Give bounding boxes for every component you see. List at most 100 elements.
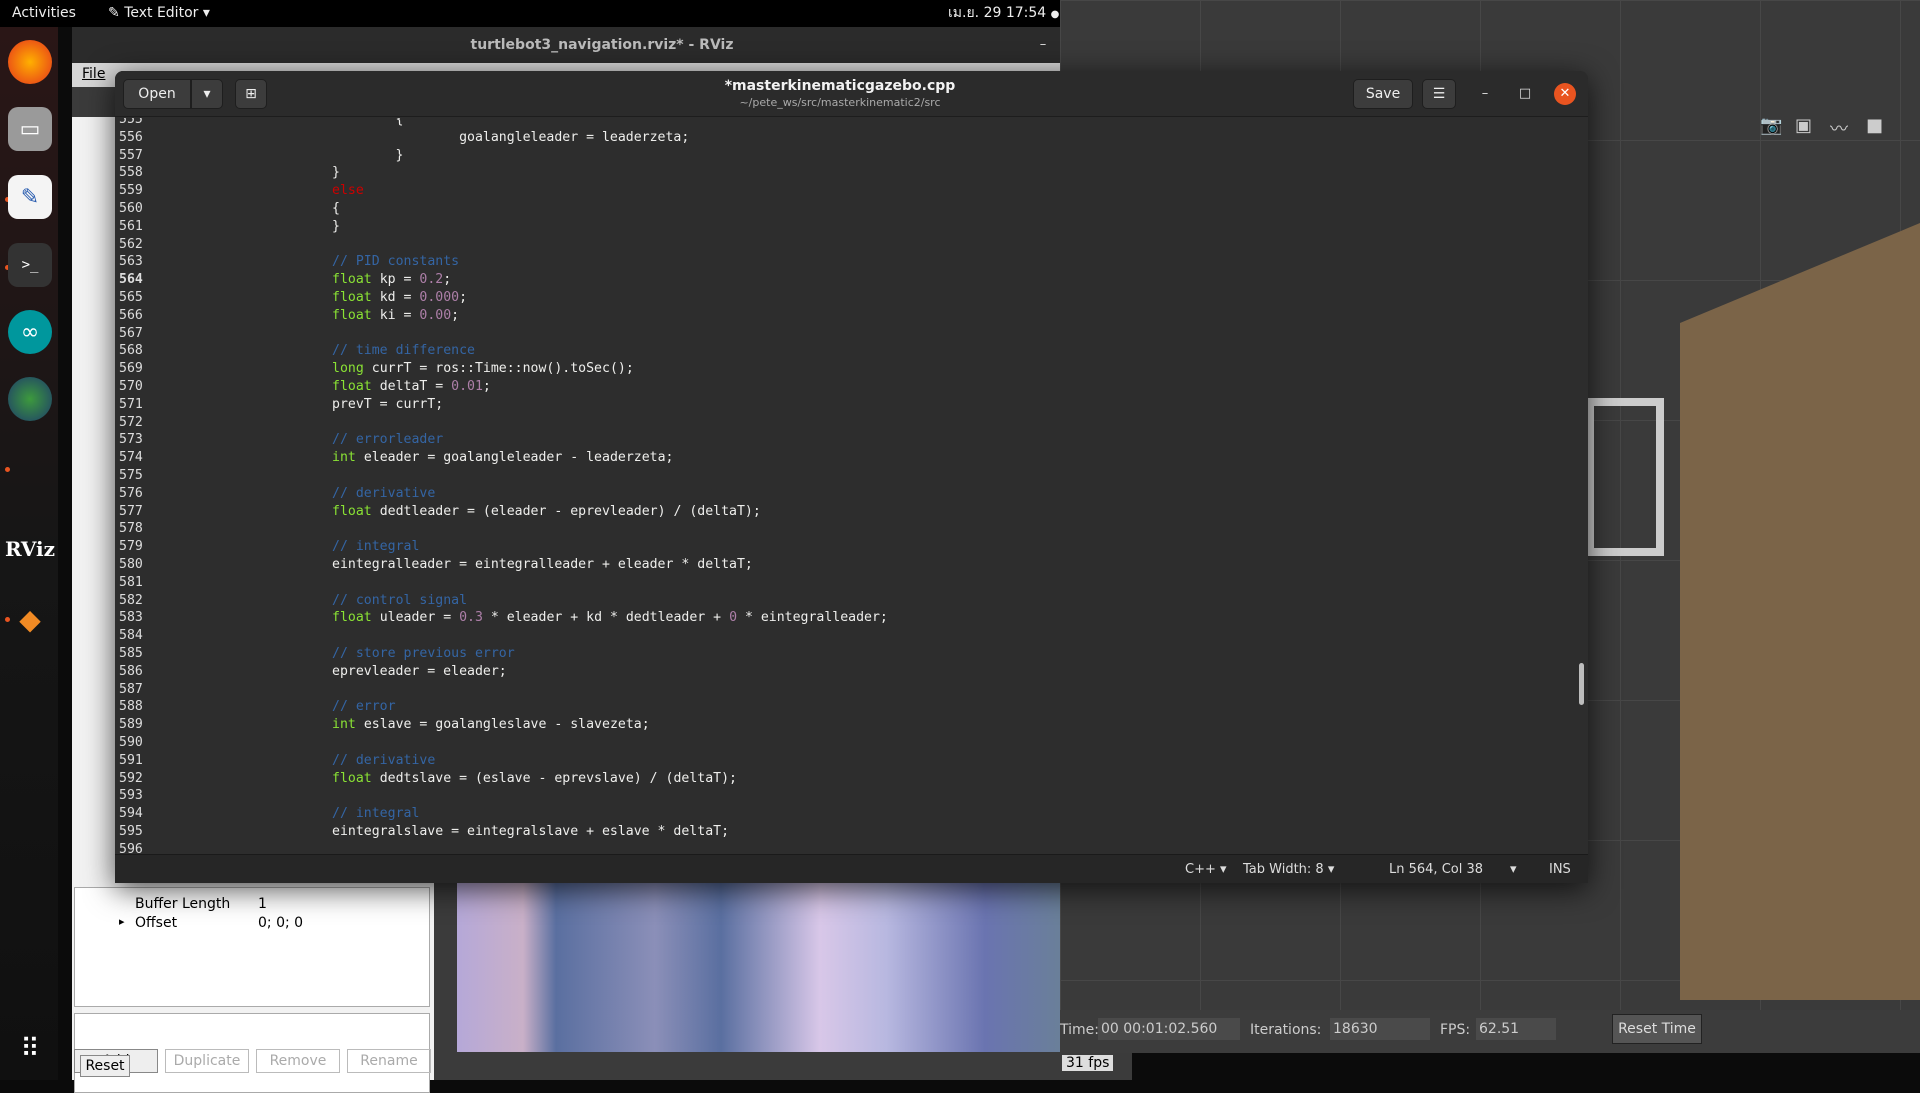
code-token: 0	[729, 610, 738, 626]
notification-dot-icon: ●	[1050, 9, 1060, 20]
open-button[interactable]: Open	[123, 79, 191, 109]
code-line[interactable]: {	[205, 118, 404, 129]
code-line[interactable]: goalangleleader = leaderzeta;	[205, 129, 689, 147]
line-number: 557	[119, 147, 143, 163]
hamburger-menu-icon[interactable]: ☰	[1422, 79, 1456, 109]
code-line[interactable]: // derivative	[205, 485, 435, 503]
code-line[interactable]: {	[205, 200, 340, 218]
code-line[interactable]: // error	[205, 698, 396, 716]
code-line[interactable]: // derivative	[205, 752, 435, 770]
video-tool-icon[interactable]: ■	[1866, 115, 1883, 136]
code-token: ;	[451, 307, 460, 323]
code-line[interactable]: float kp = 0.2;	[205, 271, 451, 289]
plot-tool-icon[interactable]: 〰	[1830, 115, 1848, 141]
code-token: }	[205, 218, 340, 234]
code-token: * eleader + kd * dedtleader +	[482, 610, 730, 626]
tab-width-selector[interactable]: Tab Width: 8 ▾	[1243, 855, 1334, 883]
new-tab-icon[interactable]: ⊞	[235, 79, 267, 109]
files-icon[interactable]: ▭	[8, 107, 52, 151]
code-line[interactable]: float kd = 0.000;	[205, 289, 467, 307]
code-line[interactable]: int eleader = goalangleleader - leaderze…	[205, 449, 673, 467]
code-token: float	[332, 290, 372, 305]
text-editor-icon: ✎	[108, 5, 125, 21]
code-line[interactable]: float ki = 0.00;	[205, 307, 459, 325]
scrollbar-thumb[interactable]	[1579, 663, 1584, 705]
tab-width-label: Tab Width: 8	[1243, 862, 1324, 877]
position-chevron-icon[interactable]: ▾	[1510, 855, 1517, 883]
code-line[interactable]: // integral	[205, 538, 419, 556]
cursor-position[interactable]: Ln 564, Col 38	[1389, 855, 1483, 883]
rviz-menu-file[interactable]: File	[82, 66, 105, 82]
activities-button[interactable]: Activities	[12, 0, 76, 27]
code-line[interactable]: // time difference	[205, 342, 475, 360]
line-number: 565	[119, 290, 143, 305]
reset-button[interactable]: Reset	[80, 1055, 130, 1077]
reset-time-button[interactable]: Reset Time	[1612, 1014, 1702, 1044]
open-recent-chevron-icon[interactable]: ▾	[191, 79, 223, 109]
code-line[interactable]: // errorleader	[205, 431, 443, 449]
expand-arrow-icon[interactable]: ▸	[119, 915, 125, 928]
minimize-button[interactable]: –	[1474, 83, 1496, 105]
line-number: 572	[119, 414, 143, 430]
code-line[interactable]: eintegralslave = eintegralslave + eslave…	[205, 823, 729, 841]
code-line[interactable]: // store previous error	[205, 645, 515, 663]
code-line[interactable]: else	[205, 182, 364, 200]
rviz-icon[interactable]: RViz	[5, 527, 55, 571]
code-line[interactable]: // control signal	[205, 592, 467, 610]
camera-image-view[interactable]	[457, 882, 1117, 1052]
code-line[interactable]: }	[205, 164, 340, 182]
editor-text-view[interactable]: 555 556 557 558 559 560 561 562 563 564 565 566 567 5…	[115, 118, 1588, 854]
record-tool-icon[interactable]: ▣	[1795, 115, 1812, 136]
code-line[interactable]: // PID constants	[205, 253, 459, 271]
document-path: ~/pete_ws/src/masterkinematic2/src	[739, 96, 941, 109]
code-token: eleader = goalangleleader - leaderzeta;	[355, 450, 674, 466]
camera-app-icon[interactable]	[8, 377, 52, 421]
arduino-icon[interactable]: ∞	[8, 310, 52, 354]
sublime-icon[interactable]: ◆	[8, 597, 52, 641]
maximize-button[interactable]: □	[1514, 83, 1536, 105]
duplicate-button[interactable]: Duplicate	[165, 1049, 249, 1073]
line-number: 583	[119, 610, 143, 626]
rviz-minimize-button[interactable]: –	[1032, 34, 1054, 56]
code-line[interactable]: }	[205, 147, 404, 165]
vertical-scrollbar[interactable]	[1578, 118, 1586, 854]
code-token: deltaT =	[371, 379, 452, 394]
terminal-icon[interactable]: >_	[8, 243, 52, 287]
text-editor-dock-icon[interactable]: ✎	[8, 175, 52, 219]
show-applications-icon[interactable]: ⠿	[8, 1027, 52, 1071]
save-button[interactable]: Save	[1353, 79, 1413, 109]
remove-button[interactable]: Remove	[256, 1049, 340, 1073]
prop-value[interactable]: 0; 0; 0	[258, 915, 303, 931]
firefox-icon[interactable]	[8, 40, 52, 84]
code-line[interactable]: float deltaT = 0.01;	[205, 378, 491, 396]
language-selector[interactable]: C++ ▾	[1185, 855, 1227, 883]
app-menu[interactable]: ✎ Text Editor ▾	[108, 0, 210, 27]
code-line[interactable]: eintegralleader = eintegralleader + elea…	[205, 556, 753, 574]
fps-label: FPS:	[1440, 1022, 1471, 1038]
code-line[interactable]: float dedtleader = (eleader - eprevleade…	[205, 503, 761, 521]
line-number: 555	[119, 118, 143, 127]
prop-value[interactable]: 1	[258, 896, 267, 912]
code-token: 0.00	[419, 307, 452, 323]
code-line[interactable]: eprevleader = eleader;	[205, 663, 507, 681]
line-number: 571	[119, 396, 143, 412]
code-line[interactable]: float dedtslave = (eslave - eprevslave) …	[205, 770, 737, 788]
close-button[interactable]: ✕	[1554, 83, 1576, 105]
code-line[interactable]: // integral	[205, 805, 419, 823]
code-line[interactable]: float uleader = 0.3 * eleader + kd * ded…	[205, 609, 888, 627]
screenshot-tool-icon[interactable]: 📷	[1760, 115, 1782, 136]
code-area[interactable]: { goalangleleader = leaderzeta; } } else…	[205, 118, 1565, 854]
line-number: 574	[119, 450, 143, 466]
rename-button[interactable]: Rename	[347, 1049, 431, 1073]
time-label: Time:	[1060, 1022, 1099, 1038]
line-number: 595	[119, 824, 143, 839]
code-line[interactable]: int eslave = goalangleslave - slavezeta;	[205, 716, 650, 734]
code-line[interactable]: long currT = ros::Time::now().toSec();	[205, 360, 634, 378]
clock[interactable]: เม.ย. 29 17:54 ●	[948, 0, 1059, 27]
code-line[interactable]: prevT = currT;	[205, 396, 443, 414]
code-line[interactable]: }	[205, 218, 340, 236]
